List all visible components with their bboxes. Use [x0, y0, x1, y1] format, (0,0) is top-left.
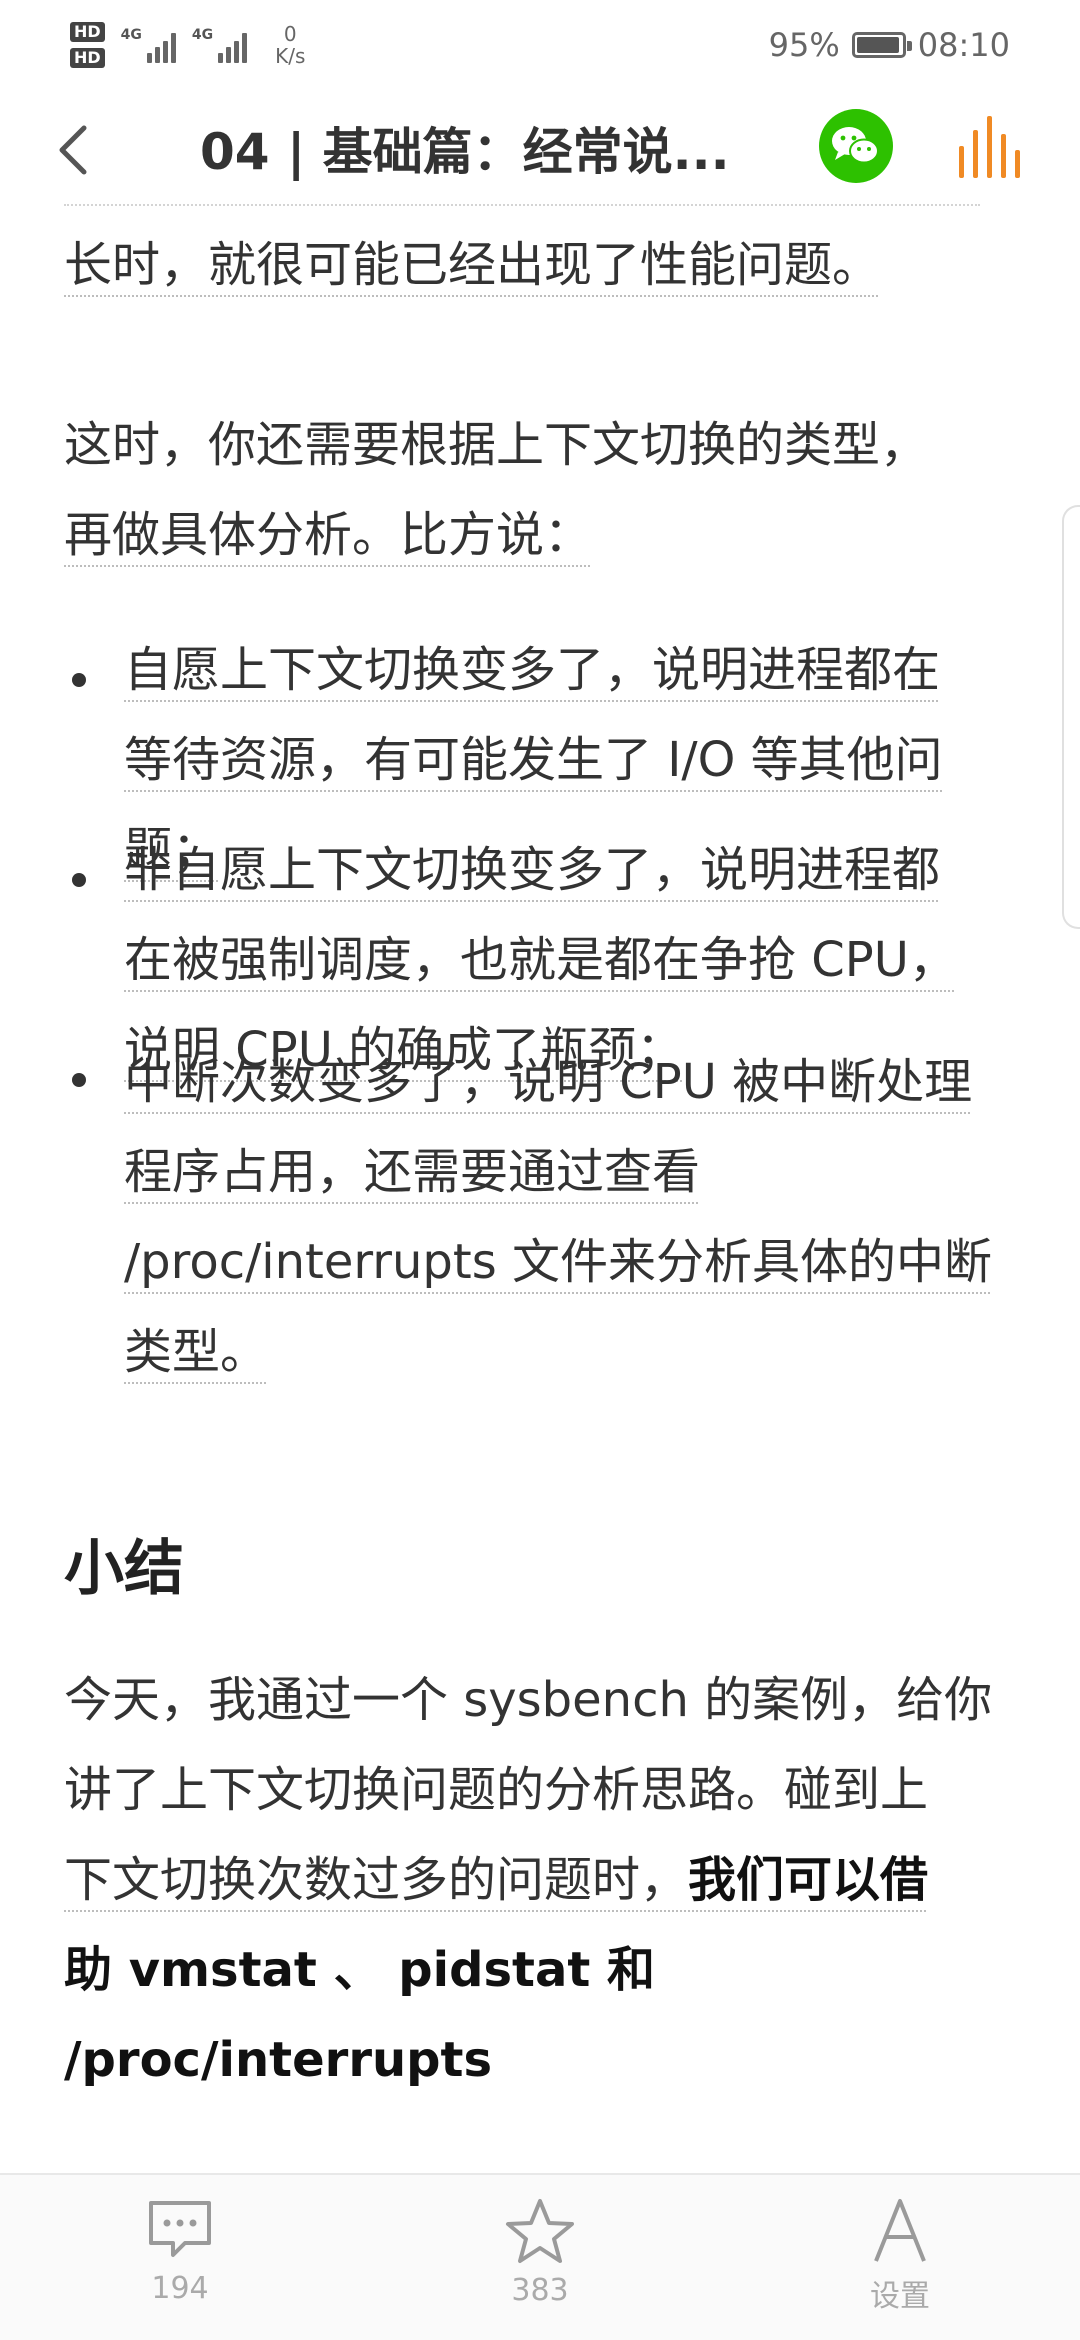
bottom-toolbar: 194 383 设置 — [0, 2173, 1080, 2340]
comment-icon — [149, 2201, 211, 2257]
summary-line-4-bold: 助 vmstat 、 pidstat 和 /proc/interrupts — [64, 1942, 656, 2088]
settings-button[interactable]: 设置 — [820, 2197, 980, 2315]
article-header: 04 | 基础篇：经常说... — [0, 90, 1080, 205]
side-drawer-handle[interactable] — [1062, 505, 1080, 929]
audio-play-icon[interactable] — [955, 116, 1025, 180]
hd2-badge: HD — [70, 48, 105, 68]
bullet-dot-3 — [72, 1073, 86, 1087]
paragraph-2: 这时，你还需要根据上下文切换的类型， 再做具体分析。比方说： — [64, 400, 1014, 580]
list-item-3: 中断次数变多了，说明 CPU 被中断处理 程序占用，还需要通过查看 /proc/… — [124, 1037, 1024, 1397]
paragraph-1-text: 长时，就很可能已经出现了性能问题。 — [64, 237, 881, 293]
summary-line-1: 今天，我通过一个 sysbench 的案例，给你 — [64, 1672, 993, 1728]
list-item-2-line-2: 在被强制调度，也就是都在争抢 CPU， — [124, 932, 957, 988]
list-item-1-line-2: 等待资源，有可能发生了 I/O 等其他问 — [124, 732, 943, 788]
bullet-dot-1 — [72, 673, 86, 687]
network-type-2: 4G — [191, 27, 214, 43]
back-arrow-icon[interactable] — [50, 120, 100, 180]
signal-2-icon: 4G — [191, 27, 248, 63]
favorites-count: 383 — [511, 2273, 569, 2308]
network-type-1: 4G — [120, 27, 142, 43]
page-title: 04 | 基础篇：经常说... — [200, 123, 730, 181]
bullet-dot-2 — [72, 873, 86, 887]
network-speed: 0 K/s — [275, 23, 305, 67]
status-bar: HD HD 4G 4G 0 K/s 95% 08:10 — [0, 0, 1080, 90]
summary-paragraph: 今天，我通过一个 sysbench 的案例，给你 讲了上下文切换问题的分析思路。… — [64, 1655, 1014, 2105]
status-left: HD HD 4G 4G 0 K/s — [70, 22, 305, 68]
list-item-3-line-1: 中断次数变多了，说明 CPU 被中断处理 — [124, 1054, 973, 1110]
summary-line-3: 下文切换次数过多的问题时， — [64, 1852, 689, 1908]
paragraph-2-line-1: 这时，你还需要根据上下文切换的类型， — [64, 417, 929, 473]
signal-1-icon: 4G — [121, 27, 176, 63]
star-icon — [506, 2199, 574, 2263]
battery-icon — [851, 32, 912, 58]
comments-button[interactable]: 194 — [100, 2197, 260, 2306]
paragraph-1: 长时，就很可能已经出现了性能问题。 — [64, 220, 1014, 310]
section-heading-summary: 小结 — [64, 1534, 184, 1604]
list-item-1-line-1: 自愿上下文切换变多了，说明进程都在 — [124, 642, 941, 698]
speed-value: 0 — [283, 22, 297, 46]
wechat-share-icon[interactable] — [818, 108, 894, 184]
list-item-3-line-2: 程序占用，还需要通过查看 — [124, 1144, 701, 1200]
settings-label: 设置 — [870, 2279, 930, 2314]
paragraph-2-line-2: 再做具体分析。比方说： — [64, 507, 593, 563]
list-item-3-line-4: 类型。 — [124, 1324, 269, 1380]
font-settings-icon — [874, 2199, 926, 2262]
summary-line-3-bold: 我们可以借 — [688, 1852, 929, 1908]
status-right: 95% 08:10 — [769, 26, 1010, 64]
list-item-2-line-1: 非自愿上下文切换变多了，说明进程都 — [124, 842, 941, 898]
list-item-3-line-3: /proc/interrupts 文件来分析具体的中断 — [124, 1234, 992, 1290]
speed-unit: K/s — [275, 44, 306, 68]
favorite-button[interactable]: 383 — [460, 2197, 620, 2308]
battery-percent: 95% — [768, 26, 840, 64]
comments-count: 194 — [151, 2271, 209, 2306]
article-body: 长时，就很可能已经出现了性能问题。 这时，你还需要根据上下文切换的类型， 再做具… — [0, 205, 1080, 2173]
clock: 08:10 — [917, 26, 1010, 64]
summary-line-2: 讲了上下文切换问题的分析思路。碰到上 — [64, 1762, 929, 1818]
hd1-badge: HD — [70, 22, 105, 42]
hd-indicators: HD HD — [70, 22, 105, 68]
